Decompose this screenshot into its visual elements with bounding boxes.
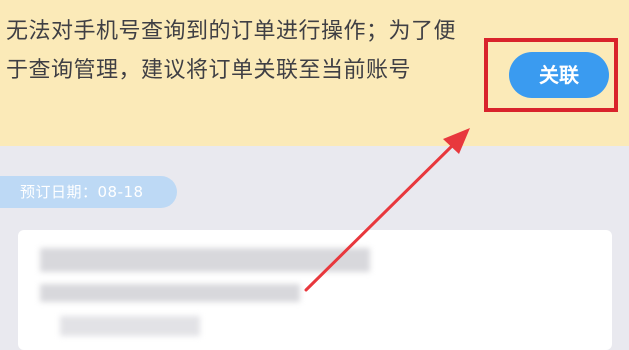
blurred-order-detail — [40, 284, 300, 302]
blurred-order-meta — [60, 316, 200, 336]
blurred-order-title — [40, 248, 370, 272]
order-card[interactable] — [18, 230, 612, 350]
notice-text: 无法对手机号查询到的订单进行操作；为了便于查询管理，建议将订单关联至当前账号 — [6, 19, 457, 83]
notice-banner: 无法对手机号查询到的订单进行操作；为了便于查询管理，建议将订单关联至当前账号 关… — [0, 0, 629, 146]
order-date-badge: 预订日期：08-18 — [0, 176, 177, 208]
highlight-box — [484, 38, 618, 112]
